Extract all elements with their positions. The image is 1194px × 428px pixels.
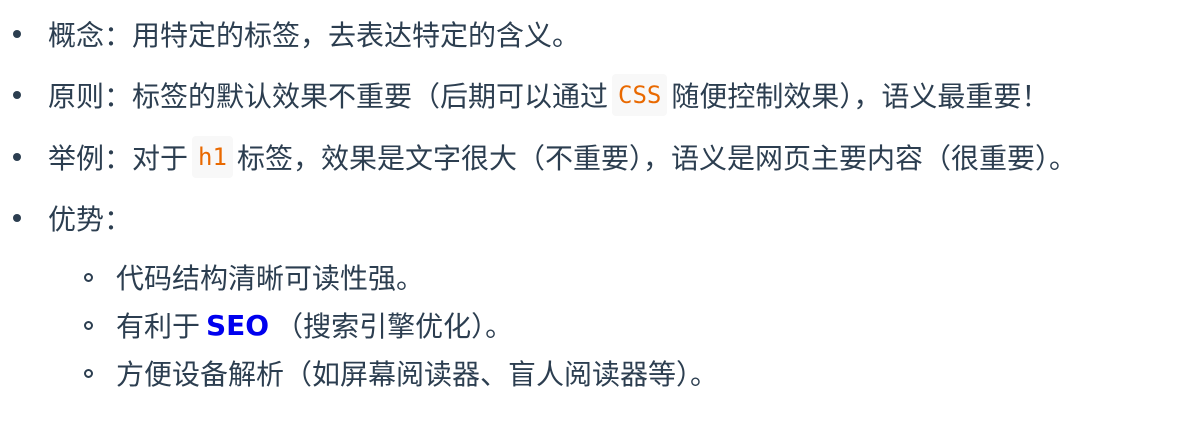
seo-strong-text: SEO bbox=[206, 308, 270, 342]
sub-list-item: 方便设备解析（如屏幕阅读器、盲人阅读器等）。 bbox=[116, 348, 718, 398]
sub-item-text-before: 有利于 bbox=[116, 310, 201, 343]
list-item-concept: 概念： 用特定的标签，去表达特定的含义。 bbox=[48, 9, 580, 59]
bullet-icon bbox=[13, 153, 21, 161]
sub-item-text: 方便设备解析（如屏幕阅读器、盲人阅读器等）。 bbox=[116, 358, 719, 391]
item-text-after: 随便控制效果），语义最重要！ bbox=[671, 80, 1050, 113]
sub-list-item: 代码结构清晰可读性强。 bbox=[116, 252, 424, 302]
item-label: 优势： bbox=[48, 203, 133, 236]
sub-item-text-after: （搜索引擎优化）。 bbox=[275, 310, 514, 343]
item-text-before: 标签的默认效果不重要（后期可以通过 bbox=[132, 80, 609, 113]
bullet-icon bbox=[13, 30, 21, 38]
sub-list-item: 有利于 SEO （搜索引擎优化）。 bbox=[116, 300, 513, 350]
list-item-example: 举例： 对于 h1 标签，效果是文字很大（不重要），语义是网页主要内容（很重要）… bbox=[48, 132, 1077, 182]
item-label: 概念： bbox=[48, 19, 133, 52]
circle-bullet-icon bbox=[84, 321, 93, 330]
inline-code-h1: h1 bbox=[192, 136, 233, 178]
inline-code-css: CSS bbox=[612, 74, 668, 116]
item-text-after: 标签，效果是文字很大（不重要），语义是网页主要内容（很重要）。 bbox=[236, 142, 1077, 175]
item-text-before: 对于 bbox=[132, 142, 189, 175]
bullet-icon bbox=[13, 214, 21, 222]
item-text: 用特定的标签，去表达特定的含义。 bbox=[132, 19, 581, 52]
circle-bullet-icon bbox=[84, 273, 93, 282]
document-body: 概念： 用特定的标签，去表达特定的含义。 原则： 标签的默认效果不重要（后期可以… bbox=[0, 0, 1194, 428]
bullet-icon bbox=[13, 91, 21, 99]
item-label: 举例： bbox=[48, 142, 133, 175]
sub-item-text: 代码结构清晰可读性强。 bbox=[116, 262, 425, 295]
list-item-advantages: 优势： bbox=[48, 193, 132, 243]
item-label: 原则： bbox=[48, 80, 133, 113]
circle-bullet-icon bbox=[84, 369, 93, 378]
list-item-principle: 原则： 标签的默认效果不重要（后期可以通过 CSS 随便控制效果），语义最重要！ bbox=[48, 70, 1049, 120]
